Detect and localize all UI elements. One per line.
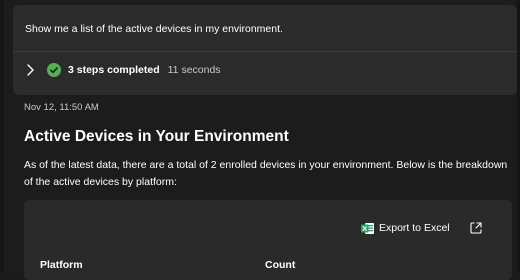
steps-completed-label: 3 steps completed — [68, 64, 160, 76]
window-edge-left — [0, 0, 4, 272]
column-header-count[interactable]: Count — [265, 259, 295, 271]
excel-icon — [361, 222, 374, 234]
user-prompt-text: Show me a list of the active devices in … — [25, 23, 283, 35]
response-timestamp: Nov 12, 11:50 AM — [24, 102, 99, 113]
expand-icon[interactable] — [469, 221, 483, 235]
steps-duration: 11 seconds — [167, 64, 221, 76]
column-header-platform[interactable]: Platform — [40, 259, 83, 271]
prompt-divider — [13, 51, 517, 52]
response-title: Active Devices in Your Environment — [24, 128, 289, 145]
export-to-excel-label: Export to Excel — [379, 222, 450, 234]
chevron-right-icon[interactable] — [25, 63, 35, 77]
user-prompt-card: Show me a list of the active devices in … — [13, 5, 517, 95]
export-to-excel-button[interactable]: Export to Excel — [361, 219, 450, 237]
steps-summary[interactable]: 3 steps completed 11 seconds — [25, 61, 221, 79]
check-circle-icon — [47, 63, 61, 77]
chat-window: Show me a list of the active devices in … — [0, 0, 520, 280]
devices-table-card: Export to Excel Platform Count — [24, 200, 512, 280]
response-body: As of the latest data, there are a total… — [24, 159, 508, 188]
